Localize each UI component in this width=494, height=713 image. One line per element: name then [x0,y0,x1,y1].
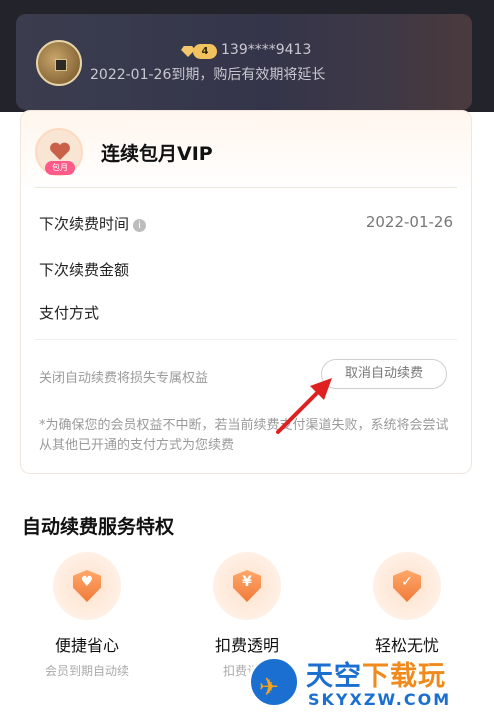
watermark-title: 天空下载玩 [306,661,446,692]
perk-subtitle: 会员到期自动续 [44,664,129,678]
phone-number: 139****9413 [221,42,312,58]
watermark-url: SKYXZW.COM [308,690,452,709]
info-icon[interactable]: i [133,219,147,232]
subscription-card: 包月 连续包月VIP 下次续费时间 i 2022-01-26 下次续费金额 支付方… [20,110,472,474]
next-renew-time-row: 下次续费时间 i [39,213,147,234]
perk-item: ✓ 轻松无忧 [337,552,477,662]
cancel-warning-text: 关闭自动续费将损失专属权益 [39,371,209,386]
expiry-text: 2022-01-26到期，购后有效期将延长 [90,67,326,83]
perk-icon-circle: ✓ [373,552,441,620]
vip-level: 4 [193,44,217,59]
next-renew-time-value: 2022-01-26 [365,213,453,231]
package-tag: 包月 [45,161,75,175]
annotation-arrow-icon [276,378,332,434]
divider [35,187,457,188]
heart-icon [50,142,70,160]
coin-avatar-icon [36,40,82,86]
next-renew-amount-label: 下次续费金额 [39,261,130,279]
section-title: 自动续费服务特权 [22,516,175,538]
perk-icon-circle: ♥ [53,552,121,620]
next-renew-time-label: 下次续费时间 [39,215,130,233]
package-name: 连续包月VIP [101,143,213,165]
perk-item: ♥ 便捷省心 会员到期自动续 [17,552,157,679]
renewal-note: *为确保您的会员权益不中断，若当前续费支付渠道失败，系统将会尝试从其他已开通的支… [39,418,449,453]
divider [35,339,457,340]
perk-title: 便捷省心 [54,636,119,655]
watermark-logo-icon: ✈ [248,656,300,708]
member-card: 4 139****9413 2022-01-26到期，购后有效期将延长 [16,14,472,110]
payment-method-label: 支付方式 [39,304,100,322]
package-icon: 包月 [35,128,83,176]
watermark: ✈ 天空下载玩 SKYXZW.COM [246,650,494,713]
vip-level-badge: 4 [181,44,219,59]
perk-icon-circle: ¥ [213,552,281,620]
